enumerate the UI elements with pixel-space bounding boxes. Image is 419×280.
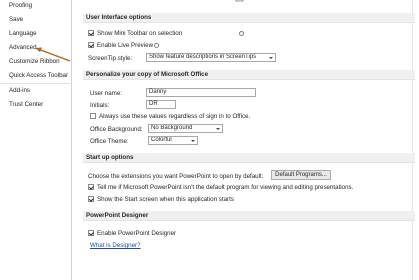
office-background-value: No Background (151, 125, 193, 131)
sidebar-item-trust-center[interactable]: Trust Center (9, 101, 43, 108)
show-start-screen-label: Show the Start screen when this applicat… (97, 196, 234, 203)
always-use-values-checkbox[interactable] (90, 113, 96, 119)
partial-icon (235, 0, 244, 2)
mini-toolbar-checkbox[interactable] (88, 30, 94, 36)
default-programs-button[interactable]: Default Programs... (271, 170, 331, 180)
info-icon (154, 43, 159, 48)
office-theme-dropdown[interactable]: Colorful (148, 136, 198, 145)
tell-me-default-label: Tell me if Microsoft PowerPoint isn't th… (97, 184, 354, 191)
options-content: User Interface options Show Mini Toolbar… (78, 0, 419, 280)
enable-designer-checkbox[interactable] (88, 230, 94, 236)
mini-toolbar-label: Show Mini Toolbar on selection (97, 30, 183, 37)
username-label: User name: (90, 90, 122, 97)
what-is-designer-link[interactable]: What is Designer? (90, 242, 141, 249)
username-input[interactable]: Danny (146, 88, 256, 97)
section-header-startup: Start up options (83, 153, 415, 163)
initials-input[interactable]: DR (146, 100, 176, 109)
chevron-down-icon (191, 139, 195, 142)
initials-label: Initials: (90, 102, 110, 109)
chevron-down-icon (269, 56, 273, 59)
sidebar-item-add-ins[interactable]: Add-ins (9, 87, 30, 94)
section-header-personalize: Personalize your copy of Microsoft Offic… (83, 70, 415, 80)
chevron-down-icon (216, 127, 220, 130)
show-start-screen-checkbox[interactable] (88, 196, 94, 202)
screentip-style-value: Show feature descriptions in ScreenTips (149, 54, 257, 60)
enable-designer-label: Enable PowerPoint Designer (97, 230, 177, 237)
office-background-label: Office Background: (90, 126, 143, 133)
info-icon (239, 31, 244, 36)
annotation-arrow-icon (35, 47, 71, 62)
section-header-designer: PowerPoint Designer (83, 211, 415, 221)
office-theme-label: Office Theme: (90, 138, 129, 145)
live-preview-label: Enable Live Preview (97, 42, 154, 49)
office-theme-value: Colorful (151, 137, 172, 143)
live-preview-checkbox[interactable] (88, 42, 94, 48)
always-use-values-label: Always use these values regardless of si… (99, 113, 251, 120)
section-header-ui-options: User Interface options (83, 13, 415, 23)
screentip-style-dropdown[interactable]: Show feature descriptions in ScreenTips (146, 53, 276, 62)
extensions-text: Choose the extensions you want PowerPoin… (88, 173, 264, 180)
screentip-style-label: ScreenTip style: (88, 55, 133, 62)
tell-me-default-checkbox[interactable] (88, 184, 94, 190)
office-background-dropdown[interactable]: No Background (148, 124, 223, 133)
sidebar-divider (0, 83, 70, 84)
